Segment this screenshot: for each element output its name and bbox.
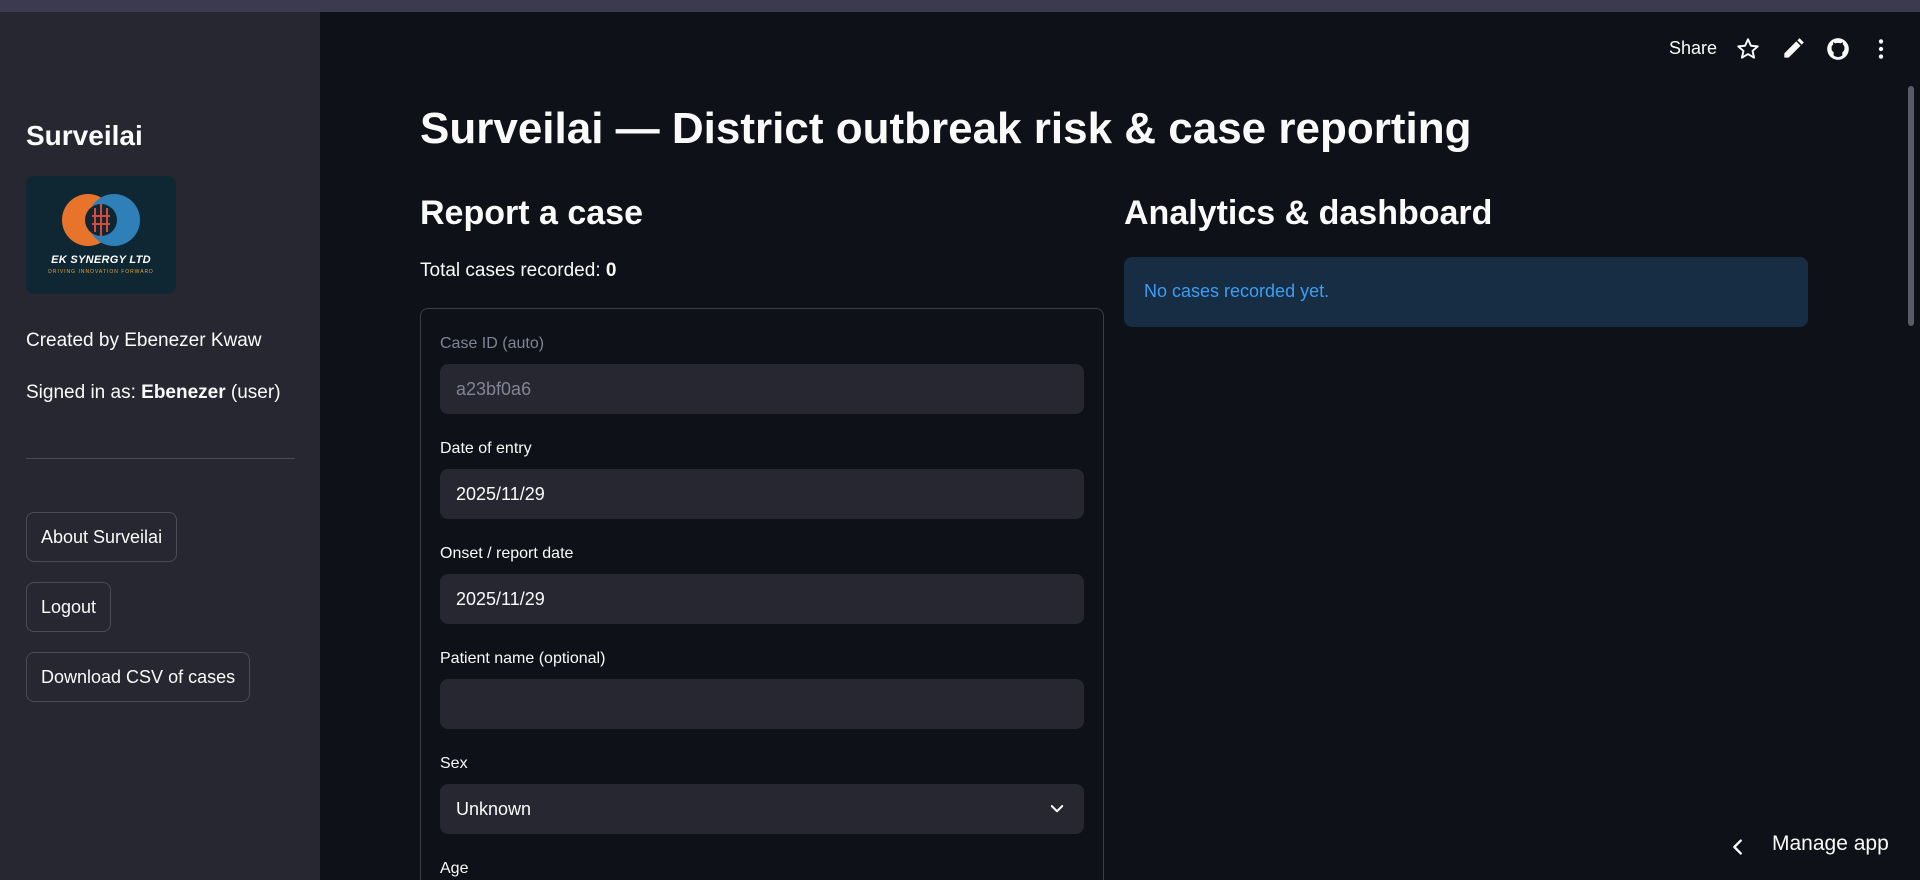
age-label: Age (440, 860, 469, 877)
logo-heads-graphic (62, 194, 140, 246)
share-button[interactable]: Share (1669, 38, 1717, 59)
date-of-entry-input[interactable]: 2025/11/29 (440, 469, 1084, 519)
signed-in-user: Ebenezer (141, 382, 226, 403)
case-id-label: Case ID (auto) (440, 335, 545, 352)
patient-name-input[interactable] (440, 679, 1084, 729)
total-cases-value: 0 (605, 260, 617, 281)
about-button[interactable]: About Surveilai (26, 512, 178, 562)
logout-button[interactable]: Logout (26, 582, 112, 632)
chevron-down-icon[interactable] (1048, 800, 1066, 818)
page-title: Surveilai — District outbreak risk & cas… (420, 104, 1472, 153)
company-logo: EK SYNERGY LTD DRIVING INNOVATION FORWAR… (26, 176, 176, 294)
signed-in-prefix: Signed in as: (26, 382, 142, 403)
total-cases-label: Total cases recorded: (420, 260, 606, 281)
manage-app-button[interactable]: Manage app (1772, 832, 1889, 856)
github-icon[interactable] (1825, 36, 1851, 62)
page-scrollbar[interactable] (1908, 86, 1914, 326)
signed-in-suffix: (user) (225, 382, 281, 403)
date-of-entry-label: Date of entry (440, 440, 532, 457)
patient-name-label: Patient name (optional) (440, 650, 606, 667)
edit-icon[interactable] (1780, 36, 1806, 62)
more-vert-icon[interactable] (1868, 36, 1894, 62)
onset-date-input[interactable]: 2025/11/29 (440, 574, 1084, 624)
sidebar-title: Surveilai (26, 120, 143, 151)
logo-tagline: DRIVING INNOVATION FORWARD (48, 269, 154, 275)
case-id-input: a23bf0a6 (440, 364, 1084, 414)
report-case-heading: Report a case (420, 194, 643, 232)
no-cases-info-box: No cases recorded yet. (1124, 257, 1808, 327)
star-icon[interactable] (1735, 36, 1761, 62)
browser-top-strip (0, 0, 1920, 12)
onset-date-label: Onset / report date (440, 545, 574, 562)
analytics-heading: Analytics & dashboard (1124, 194, 1493, 232)
sex-label: Sex (440, 755, 468, 772)
signed-in-text: Signed in as: Ebenezer (user) (26, 382, 281, 404)
chevron-left-icon[interactable] (1727, 836, 1749, 858)
sex-select[interactable]: Unknown (440, 784, 1084, 834)
sidebar-divider (26, 458, 295, 459)
created-by-text: Created by Ebenezer Kwaw (26, 330, 262, 351)
no-cases-info-text: No cases recorded yet. (1144, 281, 1330, 301)
total-cases-text: Total cases recorded: 0 (420, 260, 616, 282)
logo-text: EK SYNERGY LTD (51, 254, 151, 266)
download-csv-button[interactable]: Download CSV of cases (26, 652, 251, 702)
